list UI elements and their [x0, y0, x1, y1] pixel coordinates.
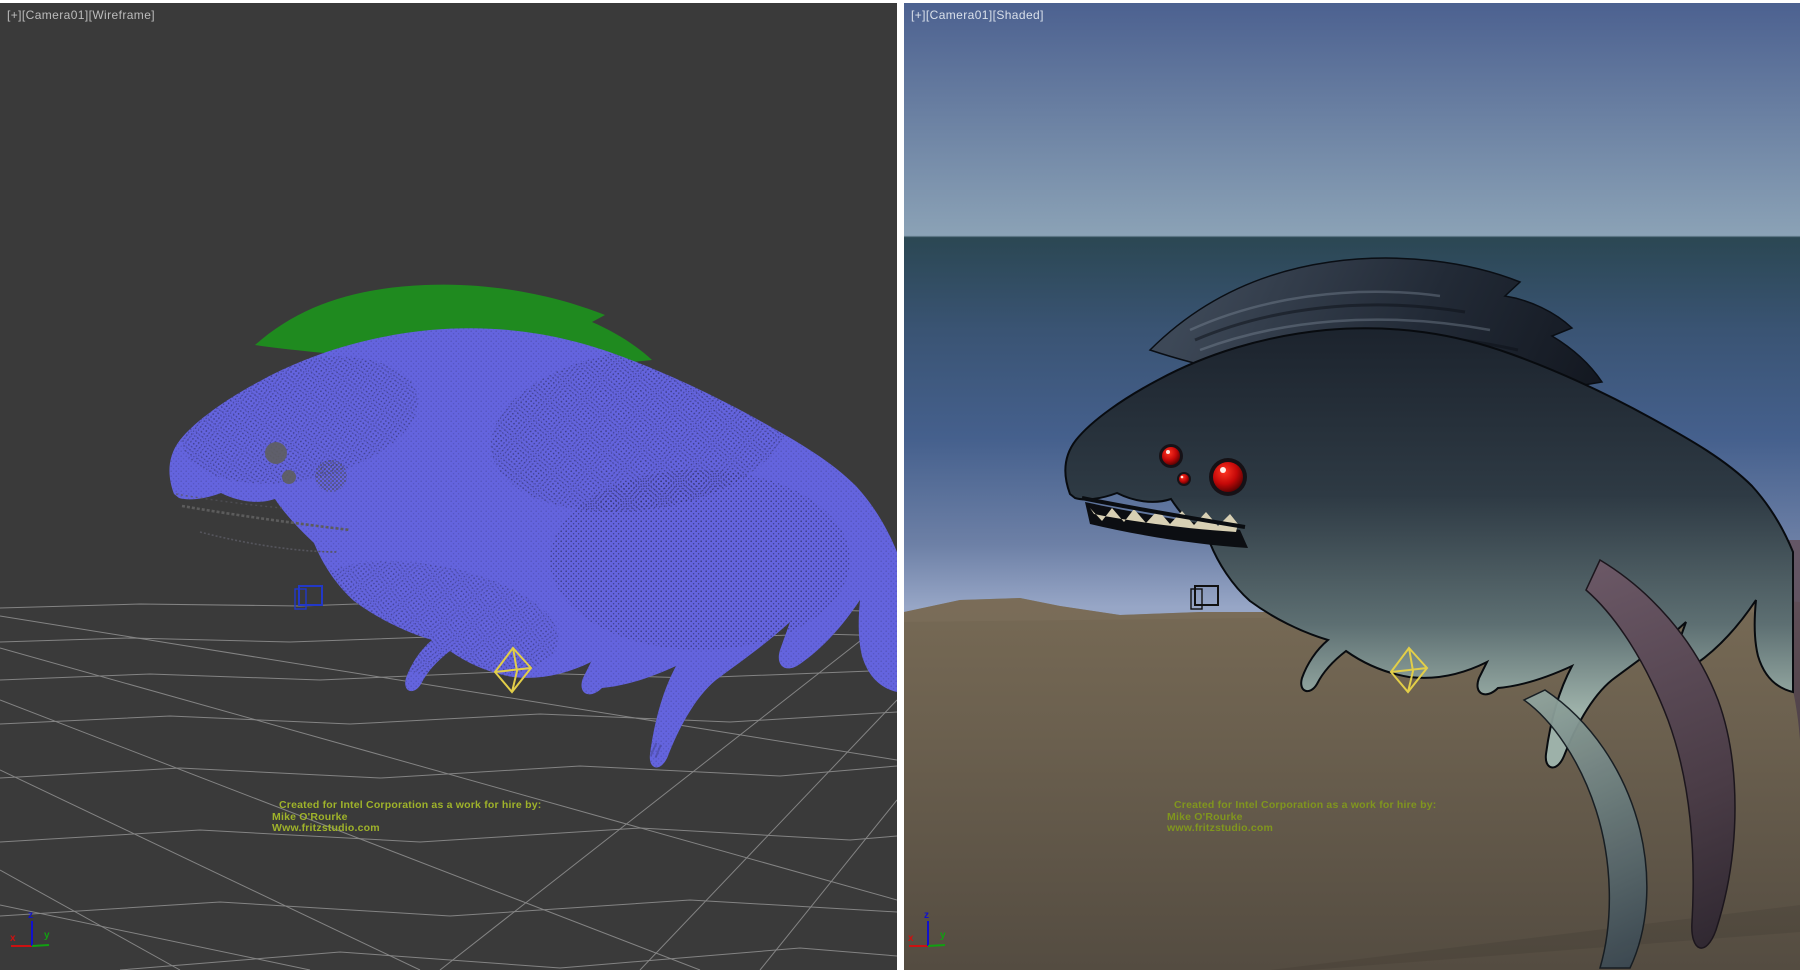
viewport-menu-button[interactable]: [+] — [7, 8, 22, 22]
credit-text: Created for Intel Corporation as a work … — [1167, 800, 1436, 835]
viewport-menu-button[interactable]: [+] — [911, 8, 926, 22]
ground-grid — [0, 598, 897, 970]
axis-z-label: z — [28, 910, 33, 921]
axis-tripod: x z y — [904, 908, 974, 968]
camera-menu[interactable]: [Camera01] — [926, 8, 993, 22]
viewport-label: [+][Camera01][Shaded] — [911, 8, 1044, 22]
viewport-shaded[interactable]: [+][Camera01][Shaded] — [904, 3, 1800, 970]
axis-x-label: x — [908, 933, 914, 944]
axis-z-label: z — [924, 910, 929, 921]
shading-menu[interactable]: [Wireframe] — [89, 8, 155, 22]
viewport-label: [+][Camera01][Wireframe] — [7, 8, 155, 22]
shading-menu[interactable]: [Shaded] — [993, 8, 1044, 22]
fish-wireframe-texture — [0, 320, 897, 780]
credit-text: Created for Intel Corporation as a work … — [272, 800, 541, 835]
selection-rect-gizmo[interactable] — [295, 586, 322, 609]
axis-y-label: y — [44, 930, 50, 941]
viewport-wireframe[interactable]: [+][Camera01][Wireframe] — [0, 3, 897, 970]
camera-menu[interactable]: [Camera01] — [22, 8, 89, 22]
axis-tripod: x z y — [0, 908, 70, 968]
axis-y-label: y — [940, 930, 946, 941]
axis-x-label: x — [10, 933, 16, 944]
